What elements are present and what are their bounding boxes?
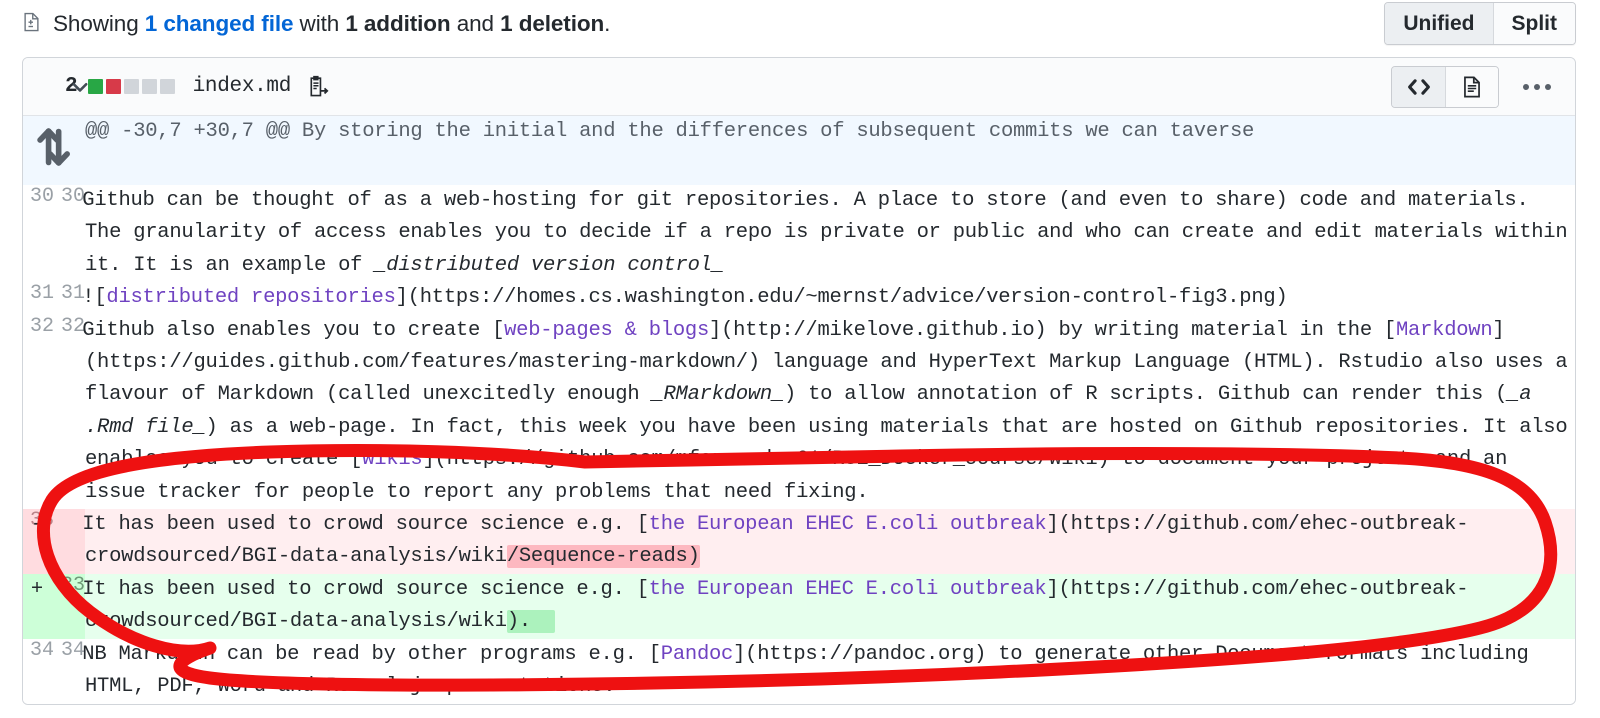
diff-row-context: 3030 Github can be thought of as a web-h… [23, 185, 1575, 283]
word-diff-deleted: /Sequence-reads) [506, 545, 700, 569]
changed-files-link[interactable]: 1 changed file [145, 11, 294, 36]
diff-text: ![ [82, 286, 107, 310]
diff-line-marker [58, 282, 70, 314]
diff-line-content: Github also enables you to create [web-p… [82, 314, 1575, 510]
diff-line-marker [58, 639, 70, 671]
markdown-link-text: the European EHEC E.coli outbreak [648, 577, 1047, 601]
file-view-toggle [1391, 65, 1499, 108]
diffstat-block-deleted [105, 79, 121, 94]
diffstat-block-neutral [123, 79, 139, 94]
expand-up-down-icon[interactable] [23, 128, 85, 185]
diff-row-deletion: 33- It has been used to crowd source sci… [23, 509, 1575, 574]
diff-body: @@ -30,7 +30,7 @@ By storing the initial… [23, 116, 1575, 704]
rendered-view-icon[interactable] [1445, 66, 1498, 107]
kebab-menu-icon[interactable] [1513, 78, 1561, 96]
chevron-down-icon[interactable] [69, 76, 91, 98]
diff-text: ](https://homes.cs.washington.edu/~merns… [395, 286, 1288, 310]
diff-row-context: 3232 Github also enables you to create [… [23, 314, 1575, 510]
diff-line-marker [58, 315, 70, 347]
diff-line-marker: - [30, 513, 43, 537]
diff-text: ](http://mikelove.github.io) by writing … [709, 318, 1396, 342]
diff-line-content: ![distributed repositories](https://home… [82, 282, 1575, 315]
diff-summary-left: Showing 1 changed file with 1 addition a… [22, 11, 1384, 37]
diffstat-block-neutral [141, 79, 157, 94]
word-diff-added: ). [506, 610, 556, 634]
unified-view-button[interactable]: Unified [1385, 3, 1493, 44]
additions-count: 1 addition [345, 10, 451, 36]
diff-line-marker [58, 185, 70, 217]
hunk-header-row: @@ -30,7 +30,7 @@ By storing the initial… [23, 116, 1575, 185]
diff-table: @@ -30,7 +30,7 @@ By storing the initial… [23, 116, 1575, 704]
file-diff-card: 2 index.md @@ -30,7 +30,7 @@ By storing … [22, 57, 1576, 705]
kebab-dot [1545, 83, 1551, 90]
summary-prefix: Showing [53, 10, 145, 36]
diff-line-content: Github can be thought of as a web-hostin… [82, 185, 1575, 283]
diff-row-addition: 33+ It has been used to crowd source sci… [23, 573, 1575, 639]
hunk-header-text: @@ -30,7 +30,7 @@ By storing the initial… [85, 116, 1575, 185]
diff-page: Showing 1 changed file with 1 addition a… [0, 0, 1600, 718]
diff-text: Github also enables you to create [ [82, 318, 505, 342]
file-name[interactable]: index.md [193, 75, 292, 98]
markdown-emphasis-text: _distributed version control_ [374, 253, 724, 277]
code-view-icon[interactable] [1392, 66, 1445, 107]
file-header: 2 index.md [23, 58, 1575, 116]
summary-suffix: . [604, 10, 611, 36]
summary-mid: with [293, 10, 346, 36]
hunk-expand-cell[interactable] [23, 116, 85, 185]
diff-text: NB Markdown can be read by other program… [82, 642, 661, 666]
diff-text: It has been used to crowd source science… [82, 577, 649, 601]
diff-line-content: - It has been used to crowd source scien… [31, 509, 1575, 574]
diffstat-block-neutral [159, 79, 175, 94]
kebab-dot [1523, 83, 1529, 90]
markdown-link-text: wikis [362, 448, 423, 472]
diffstat-bar [87, 79, 175, 94]
copy-path-icon[interactable] [305, 75, 329, 99]
markdown-link-text: distributed repositories [106, 286, 396, 310]
diff-text: ) to allow annotation of R scripts. Gith… [784, 383, 1508, 407]
markdown-link-text: Pandoc [660, 642, 734, 666]
markdown-emphasis-text: _RMarkdown_ [651, 383, 785, 407]
markdown-link-text: Markdown [1395, 318, 1493, 342]
kebab-dot [1534, 83, 1540, 90]
file-header-actions [1391, 65, 1561, 108]
markdown-link-text: the European EHEC E.coli outbreak [648, 513, 1047, 537]
diff-row-context: 3434 NB Markdown can be read by other pr… [23, 638, 1575, 704]
diff-summary-bar: Showing 1 changed file with 1 addition a… [0, 0, 1600, 47]
file-diff-icon [22, 12, 42, 36]
markdown-link-text: web-pages & blogs [504, 318, 710, 342]
summary-conj: and [450, 10, 501, 36]
diff-line-content: + It has been used to crowd source scien… [31, 573, 1575, 639]
deletions-count: 1 deletion [500, 10, 605, 36]
diff-text: Github can be thought of as a web-hostin… [82, 189, 1568, 277]
diff-view-toggle: Unified Split [1384, 2, 1576, 45]
diff-summary-text: Showing 1 changed file with 1 addition a… [53, 11, 610, 37]
diff-line-marker: + [30, 577, 43, 601]
split-view-button[interactable]: Split [1492, 3, 1575, 44]
diff-line-content: NB Markdown can be read by other program… [82, 638, 1575, 704]
diff-text: It has been used to crowd source science… [82, 513, 649, 537]
diff-row-context: 3131 ![distributed repositories](https:/… [23, 282, 1575, 315]
